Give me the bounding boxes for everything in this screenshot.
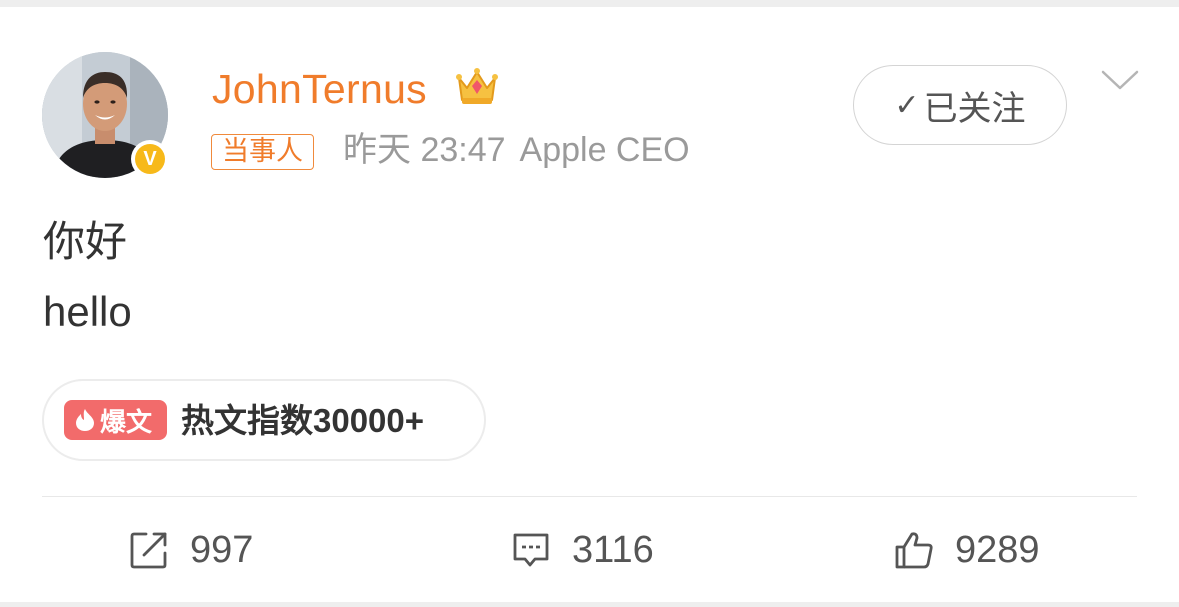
- like-count: 9289: [955, 529, 1040, 571]
- thumbs-up-icon: [895, 532, 933, 569]
- divider: [42, 496, 1137, 497]
- flame-icon: [76, 409, 94, 431]
- comment-count: 3116: [572, 529, 654, 571]
- post-meta: 昨天 23:47 Apple CEO: [343, 130, 690, 170]
- top-separator: [0, 0, 1179, 7]
- hot-badge-label: 爆文: [100, 406, 153, 437]
- chevron-down-icon[interactable]: [1100, 68, 1140, 92]
- post-source: Apple CEO: [519, 131, 690, 169]
- bottom-separator: [0, 602, 1179, 607]
- post-content-line: 你好: [43, 218, 128, 265]
- post-time: 昨天 23:47: [343, 131, 506, 169]
- hot-badge: 爆文: [64, 400, 167, 440]
- like-button[interactable]: 9289: [893, 525, 1040, 575]
- role-tag: 当事人: [211, 134, 314, 170]
- author-name[interactable]: JohnTernus: [212, 66, 427, 112]
- comment-button[interactable]: 3116: [510, 525, 654, 575]
- follow-button[interactable]: ✓ 已关注: [853, 65, 1067, 145]
- repost-icon: [130, 532, 167, 569]
- follow-label: 已关注: [923, 89, 1026, 128]
- repost-button[interactable]: 997: [128, 525, 253, 575]
- weibo-post-card: V JohnTernus 当事人 昨天 23:47 Apple CEO ✓ 已关注…: [0, 0, 1179, 607]
- comment-icon: [513, 533, 549, 567]
- post-content-line: hello: [43, 288, 132, 335]
- check-icon: ✓: [894, 88, 920, 122]
- repost-count: 997: [190, 529, 254, 571]
- verified-icon: V: [135, 144, 165, 174]
- crown-icon: [456, 68, 498, 104]
- hot-index-text: 热文指数30000+: [181, 402, 425, 439]
- hot-index-pill[interactable]: 爆文 热文指数30000+: [42, 379, 486, 461]
- verified-badge: V: [131, 140, 169, 178]
